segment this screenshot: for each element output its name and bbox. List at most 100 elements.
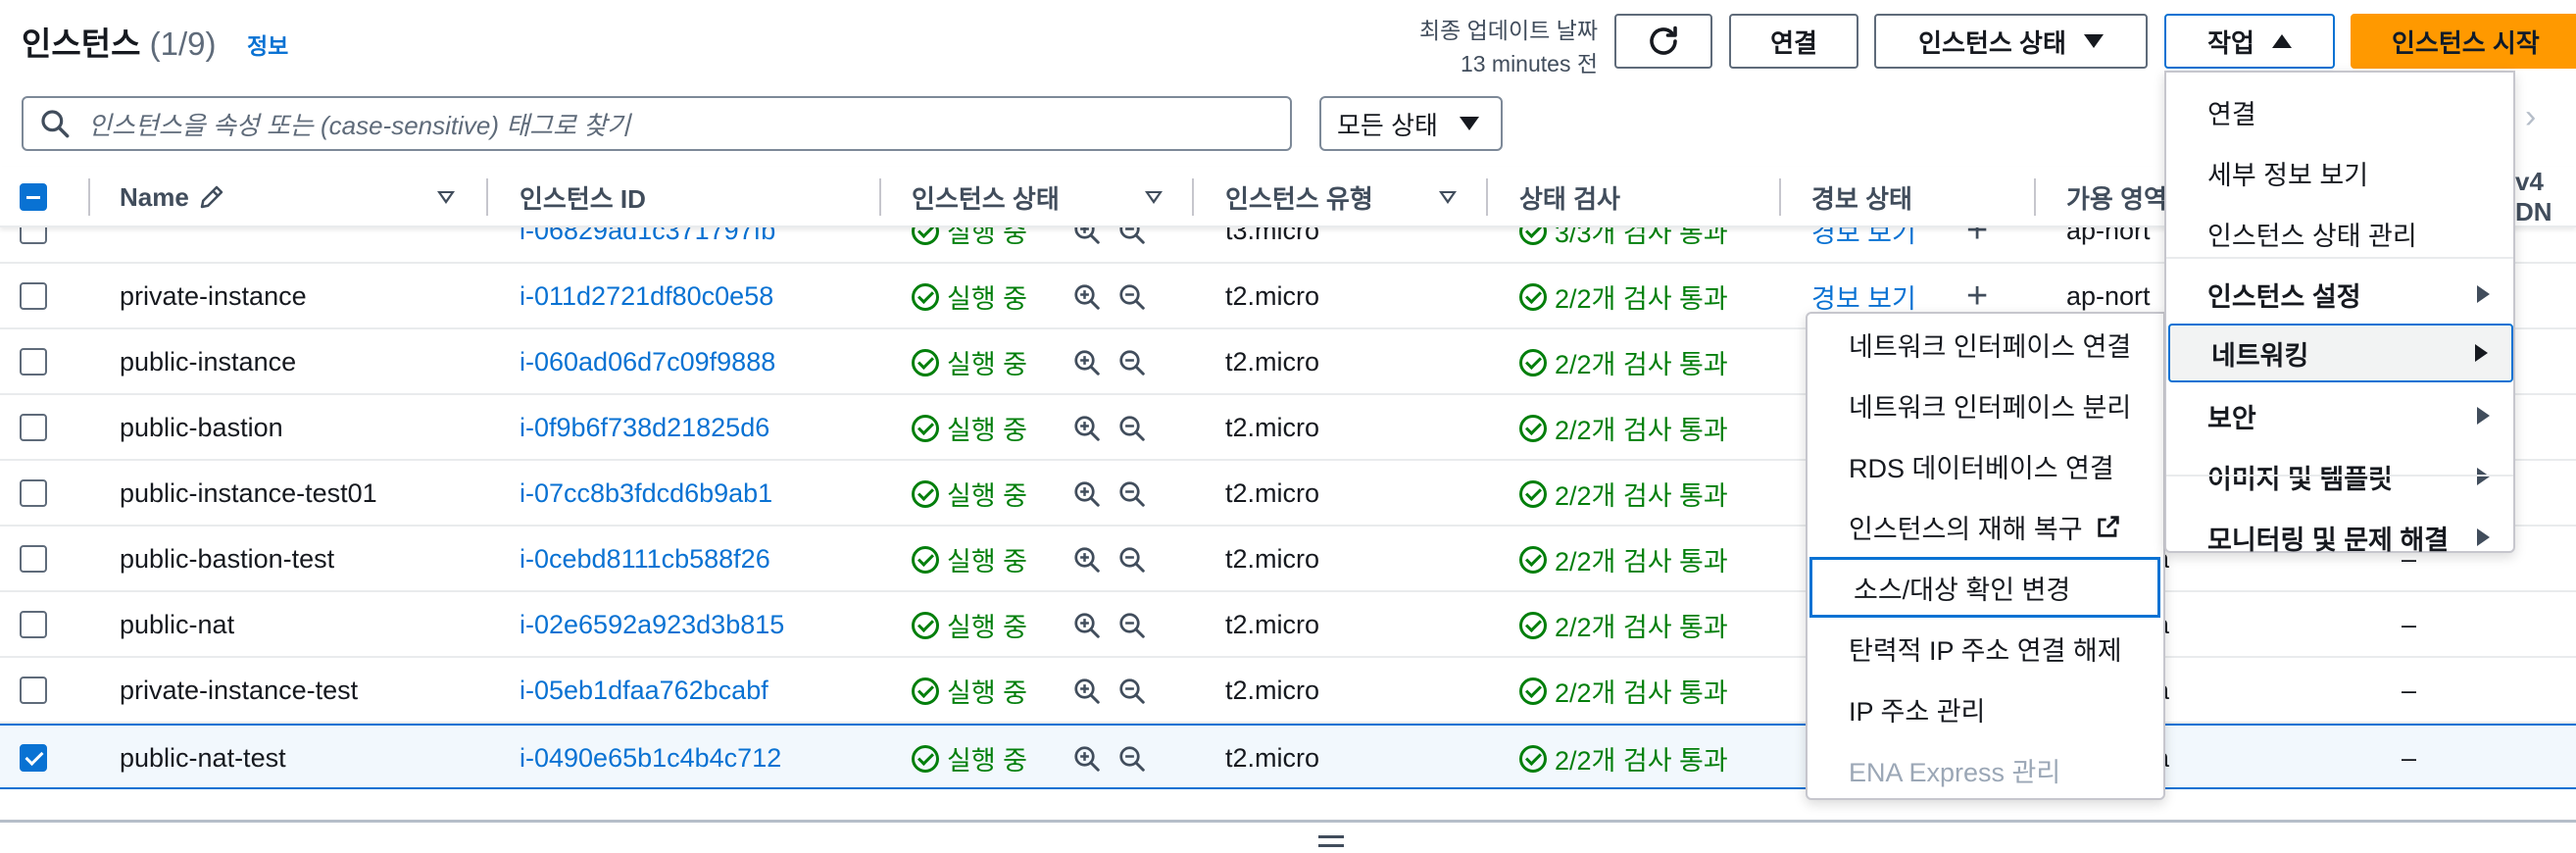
- row-checkbox[interactable]: [20, 611, 47, 638]
- column-header-az[interactable]: 가용 영역: [2066, 167, 2167, 227]
- actions-menu-item[interactable]: 연결: [2166, 82, 2513, 141]
- caret-right-icon: [2477, 285, 2490, 303]
- external-link-icon: [2097, 516, 2119, 537]
- instance-id-link[interactable]: i-0490e65b1c4b4c712: [520, 726, 781, 791]
- networking-menu-item[interactable]: 네트워크 인터페이스 분리: [1808, 375, 2163, 435]
- public-dns: –: [2402, 610, 2417, 639]
- caret-down-icon: [1459, 117, 1479, 130]
- view-alarms-link[interactable]: 경보 보기: [1811, 227, 1916, 264]
- instance-state: 실행 중: [912, 329, 1027, 395]
- row-checkbox[interactable]: [20, 348, 47, 376]
- column-header-status-check[interactable]: 상태 검사: [1519, 167, 1620, 227]
- networking-menu-item[interactable]: 탄력적 IP 주소 연결 해제: [1808, 618, 2163, 678]
- connect-button-label: 연결: [1770, 27, 1817, 58]
- instance-id-link[interactable]: i-02e6592a923d3b815: [520, 592, 784, 658]
- row-checkbox[interactable]: [20, 479, 47, 507]
- edit-pencil-icon[interactable]: [197, 182, 226, 212]
- launch-instances-button[interactable]: 인스턴스 시작: [2351, 14, 2576, 69]
- instance-id-link[interactable]: i-07cc8b3fdcd6b9ab1: [520, 461, 772, 527]
- selection-count: (1/9): [149, 25, 217, 62]
- column-type-label: 인스턴스 유형: [1225, 183, 1373, 214]
- zoom-out-icon[interactable]: [1117, 414, 1147, 443]
- status-check-text: 2/2개 검사 통과: [1555, 481, 1728, 511]
- zoom-in-icon[interactable]: [1072, 677, 1102, 706]
- networking-menu-item[interactable]: 소스/대상 확인 변경: [1809, 557, 2160, 618]
- zoom-in-icon[interactable]: [1072, 479, 1102, 509]
- status-check: 2/2개 검사 통과: [1519, 592, 1728, 658]
- refresh-button[interactable]: [1614, 14, 1712, 69]
- zoom-out-icon[interactable]: [1117, 282, 1147, 312]
- column-header-state[interactable]: 인스턴스 상태: [912, 167, 1060, 227]
- zoom-out-icon[interactable]: [1117, 677, 1147, 706]
- row-checkbox[interactable]: [20, 677, 47, 704]
- zoom-out-icon[interactable]: [1117, 611, 1147, 640]
- success-check-icon: [1519, 677, 1547, 705]
- instance-id-link[interactable]: i-060ad06d7c09f9888: [520, 329, 775, 395]
- zoom-in-icon[interactable]: [1072, 545, 1102, 575]
- zoom-in-icon[interactable]: [1072, 282, 1102, 312]
- row-checkbox[interactable]: [20, 744, 47, 772]
- zoom-in-icon[interactable]: [1072, 744, 1102, 774]
- actions-menu-item[interactable]: 인스턴스 상태 관리: [2166, 204, 2513, 263]
- zoom-out-icon[interactable]: [1117, 479, 1147, 509]
- filter-icon[interactable]: [437, 191, 455, 204]
- actions-menu-item[interactable]: 모니터링 및 문제 해결: [2166, 508, 2513, 567]
- search-input[interactable]: 인스턴스을 속성 또는 (case-sensitive) 태그로 찾기: [22, 96, 1292, 151]
- instance-type: t2.micro: [1225, 347, 1320, 376]
- filter-icon[interactable]: [1439, 191, 1457, 204]
- instance-id-link[interactable]: i-06829ad1c371797fb: [520, 227, 775, 264]
- status-check-text: 2/2개 검사 통과: [1555, 350, 1728, 379]
- connect-button[interactable]: 연결: [1729, 14, 1858, 69]
- networking-menu-item[interactable]: 인스턴스의 재해 복구: [1808, 496, 2163, 557]
- row-checkbox[interactable]: [20, 545, 47, 573]
- actions-menu-item[interactable]: 네트워킹: [2168, 324, 2513, 382]
- zoom-in-icon[interactable]: [1072, 414, 1102, 443]
- zoom-out-icon[interactable]: [1117, 545, 1147, 575]
- launch-instances-label: 인스턴스 시작: [2392, 27, 2540, 58]
- next-page-icon[interactable]: ›: [2525, 98, 2536, 136]
- actions-menu-item[interactable]: 인스턴스 설정: [2166, 265, 2513, 324]
- success-check-icon: [912, 545, 939, 574]
- column-header-type[interactable]: 인스턴스 유형: [1225, 167, 1373, 227]
- actions-button[interactable]: 작업: [2164, 14, 2335, 69]
- row-checkbox[interactable]: [20, 282, 47, 310]
- column-header-instance-id[interactable]: 인스턴스 ID: [520, 167, 646, 227]
- menu-item-label: 인스턴스 설정: [2207, 281, 2361, 312]
- networking-menu-item[interactable]: 네트워크 인터페이스 연결: [1808, 314, 2163, 375]
- zoom-in-icon[interactable]: [1072, 348, 1102, 377]
- row-checkbox[interactable]: [20, 414, 47, 441]
- column-header-dns[interactable]: v4 DN: [2515, 167, 2576, 227]
- instance-type: t2.micro: [1225, 676, 1320, 705]
- success-check-icon: [912, 611, 939, 639]
- networking-menu-item[interactable]: IP 주소 관리: [1808, 678, 2163, 739]
- zoom-out-icon[interactable]: [1117, 348, 1147, 377]
- success-check-icon: [1519, 744, 1547, 773]
- table-row[interactable]: public-nat-test i-0490e65b1c4b4c712 실행 중…: [0, 724, 2576, 789]
- zoom-controls: [1072, 395, 1147, 461]
- networking-menu-item[interactable]: RDS 데이터베이스 연결: [1808, 435, 2163, 496]
- table-row[interactable]: private-instance-test i-05eb1dfaa762bcab…: [0, 658, 2576, 724]
- column-header-name[interactable]: Name: [120, 167, 226, 227]
- state-filter-select[interactable]: 모든 상태: [1319, 96, 1503, 151]
- column-header-alarm[interactable]: 경보 상태: [1811, 167, 1912, 227]
- zoom-out-icon[interactable]: [1117, 744, 1147, 774]
- zoom-out-icon[interactable]: [1117, 227, 1147, 246]
- instance-id-link[interactable]: i-0cebd8111cb588f26: [520, 527, 770, 592]
- filter-icon[interactable]: [1145, 191, 1163, 204]
- instance-id-link[interactable]: i-011d2721df80c0e58: [520, 264, 773, 329]
- instance-id-link[interactable]: i-05eb1dfaa762bcabf: [520, 658, 768, 724]
- add-alarm-icon[interactable]: +: [1966, 227, 1988, 264]
- table-row[interactable]: public-nat i-02e6592a923d3b815 실행 중 t2.m…: [0, 592, 2576, 658]
- actions-menu-item[interactable]: 이미지 및 템플릿: [2166, 447, 2513, 506]
- actions-menu-item[interactable]: 보안: [2166, 386, 2513, 445]
- zoom-in-icon[interactable]: [1072, 227, 1102, 246]
- info-link[interactable]: 정보: [247, 27, 288, 61]
- select-all-checkbox[interactable]: [20, 183, 47, 211]
- instance-state-button[interactable]: 인스턴스 상태: [1874, 14, 2148, 69]
- zoom-in-icon[interactable]: [1072, 611, 1102, 640]
- row-checkbox[interactable]: [20, 227, 47, 244]
- resize-handle-icon[interactable]: [1318, 835, 1344, 847]
- actions-menu-item[interactable]: 세부 정보 보기: [2166, 143, 2513, 202]
- instance-id-link[interactable]: i-0f9b6f738d21825d6: [520, 395, 769, 461]
- refresh-icon: [1650, 25, 1677, 55]
